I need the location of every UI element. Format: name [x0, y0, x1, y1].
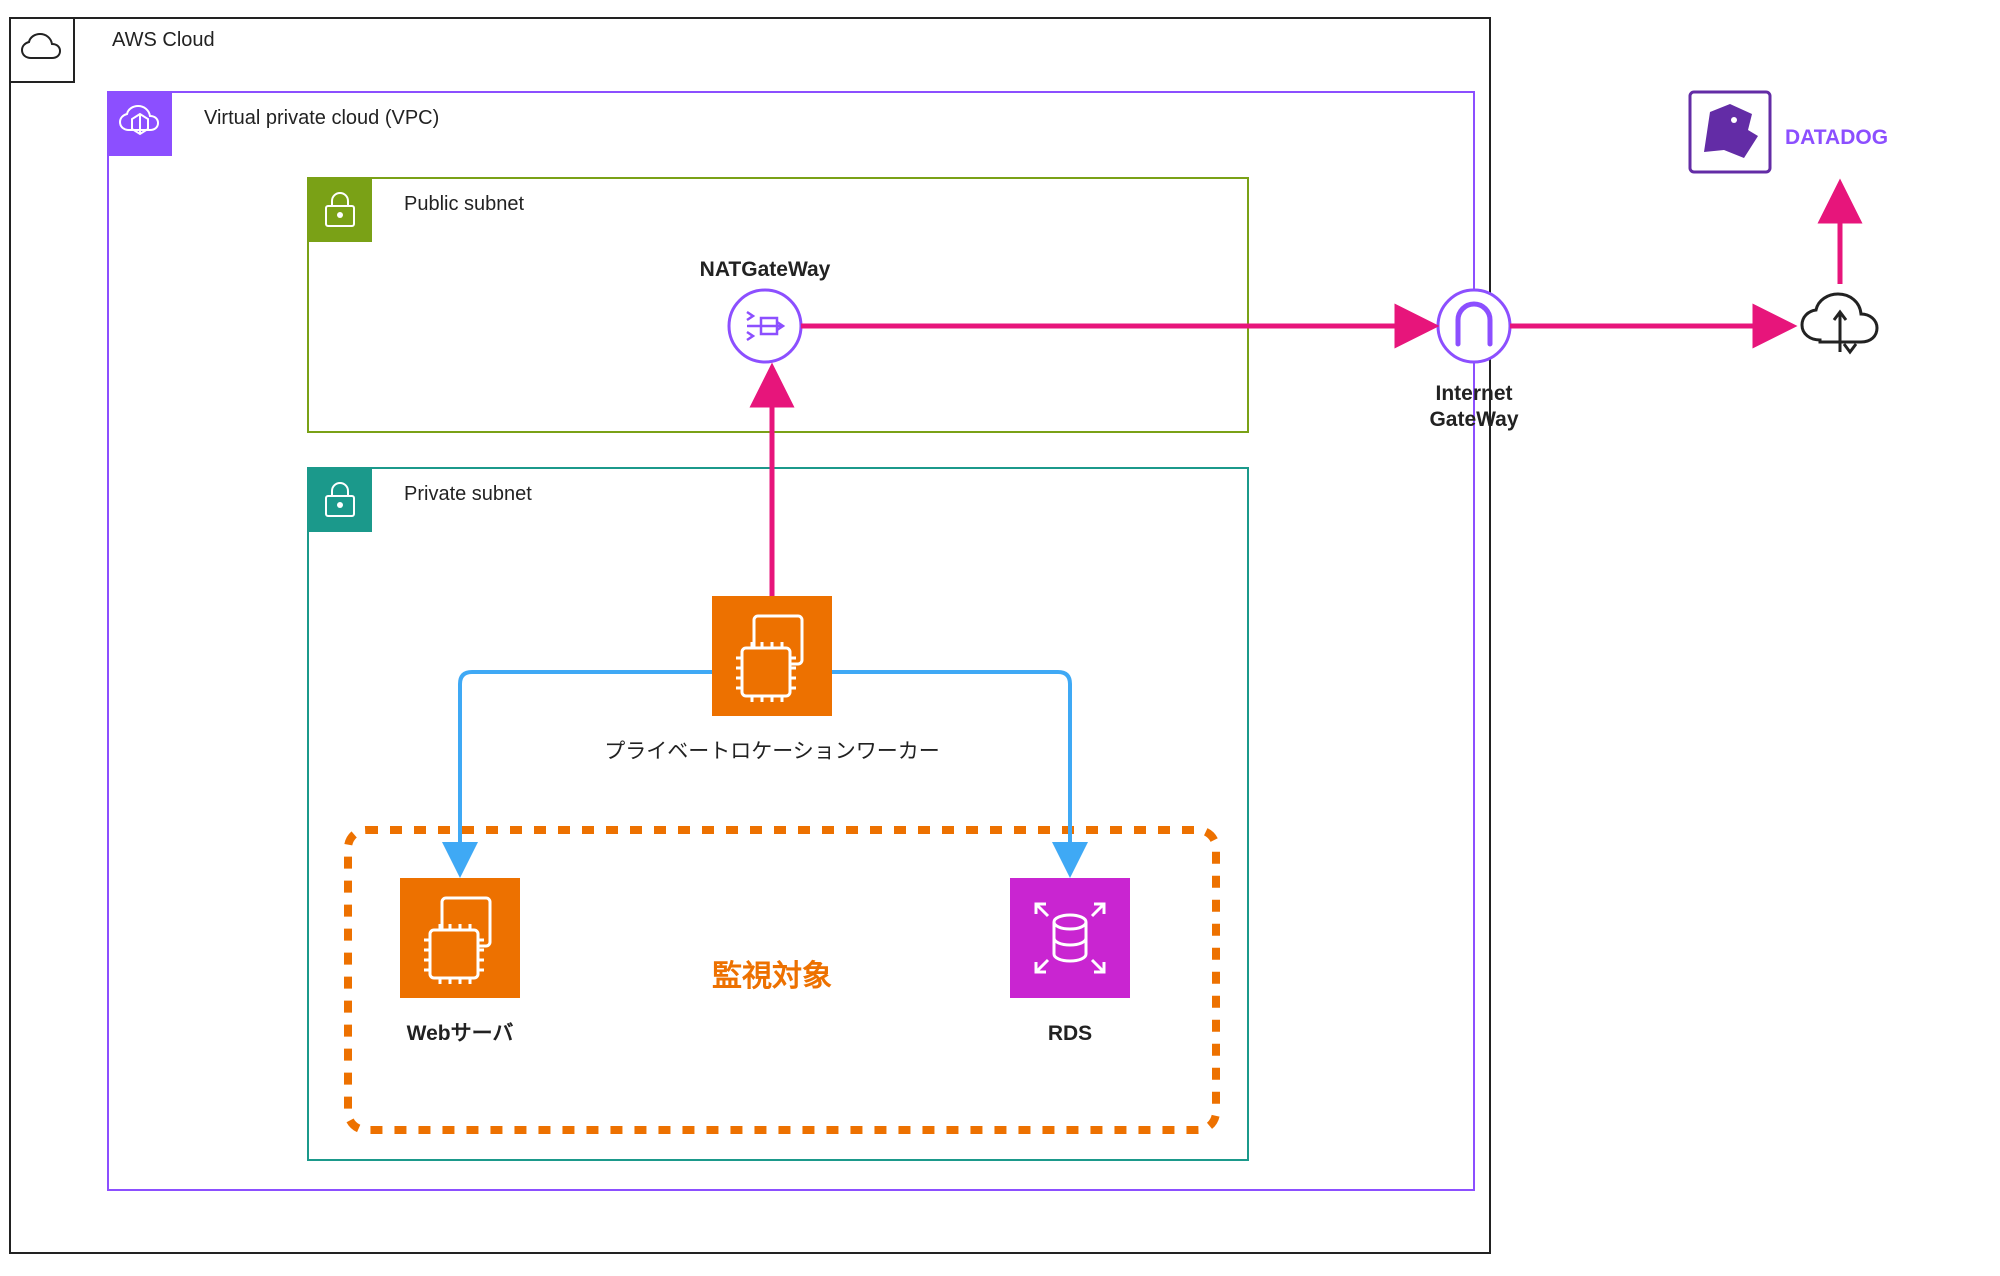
internet-cloud-icon — [1802, 294, 1877, 352]
group-pub-label: Public subnet — [404, 193, 525, 215]
internet-gateway-icon — [1438, 290, 1510, 362]
node-igw: InternetGateWay — [0, 0, 1519, 431]
edge-worker-rds — [832, 672, 1070, 872]
nat-label: NATGateWay — [700, 258, 831, 281]
node-worker: プライベートロケーションワーカー — [604, 596, 940, 763]
node-rds: RDS — [1010, 878, 1130, 1045]
rds-label: RDS — [1048, 1022, 1092, 1045]
node-datadog: DATADOG — [1690, 92, 1888, 172]
worker-label: プライベートロケーションワーカー — [604, 740, 940, 763]
web-label: Webサーバ — [407, 1022, 514, 1045]
group-aws-label: AWS Cloud — [112, 29, 215, 51]
group-private-subnet: Private subnet プライベートロケーションワーカー 監視対象 — [308, 468, 1248, 1160]
group-vpc-label: Virtual private cloud (VPC) — [204, 107, 439, 129]
group-watch-label: 監視対象 — [712, 960, 832, 993]
node-internet-cloud — [1802, 294, 1877, 352]
group-watch: 監視対象 Webサーバ — [348, 830, 1216, 1130]
edge-worker-web — [460, 672, 712, 872]
group-priv-label: Private subnet — [404, 483, 532, 505]
node-web: Webサーバ — [400, 878, 520, 1045]
datadog-label: DATADOG — [1785, 126, 1888, 149]
node-nat-gateway: NATGateWay — [700, 258, 831, 362]
architecture-diagram: AWS Cloud Virtual private cloud (VPC) Pu… — [0, 0, 2000, 1276]
group-public-subnet: Public subnet NATGateWay — [308, 178, 1248, 432]
